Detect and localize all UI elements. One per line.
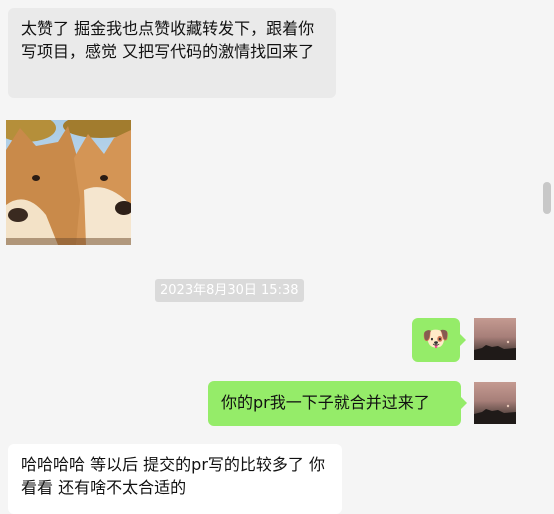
- timestamp-label: 2023年8月30日 15:38: [155, 279, 304, 302]
- message-text: 哈哈哈哈 等以后 提交的pr写的比较多了 你看看 还有啥不太合适的: [21, 455, 325, 497]
- sunset-avatar-icon: [474, 404, 516, 424]
- sent-emoji-bubble[interactable]: 🐶: [412, 318, 460, 362]
- self-avatar[interactable]: [474, 382, 516, 424]
- message-text: 太赞了 掘金我也点赞收藏转发下，跟着你写项目，感觉 又把写代码的激情找回来了: [21, 19, 315, 61]
- self-avatar[interactable]: [474, 318, 516, 360]
- shiba-photo-image[interactable]: [6, 120, 131, 245]
- sunset-avatar-icon: [474, 340, 516, 360]
- scrollbar-thumb[interactable]: [543, 182, 551, 214]
- bubble-tail: [461, 397, 467, 409]
- message-text: 你的pr我一下子就合并过来了: [221, 393, 430, 412]
- dog-photo-icon: [6, 120, 131, 245]
- sent-message-bubble[interactable]: 你的pr我一下子就合并过来了: [208, 381, 461, 426]
- bubble-tail: [460, 334, 466, 346]
- doge-emoji-icon: 🐶: [422, 327, 450, 352]
- received-message-bubble[interactable]: 太赞了 掘金我也点赞收藏转发下，跟着你写项目，感觉 又把写代码的激情找回来了: [8, 8, 336, 98]
- received-message-bubble[interactable]: 哈哈哈哈 等以后 提交的pr写的比较多了 你看看 还有啥不太合适的: [8, 444, 342, 514]
